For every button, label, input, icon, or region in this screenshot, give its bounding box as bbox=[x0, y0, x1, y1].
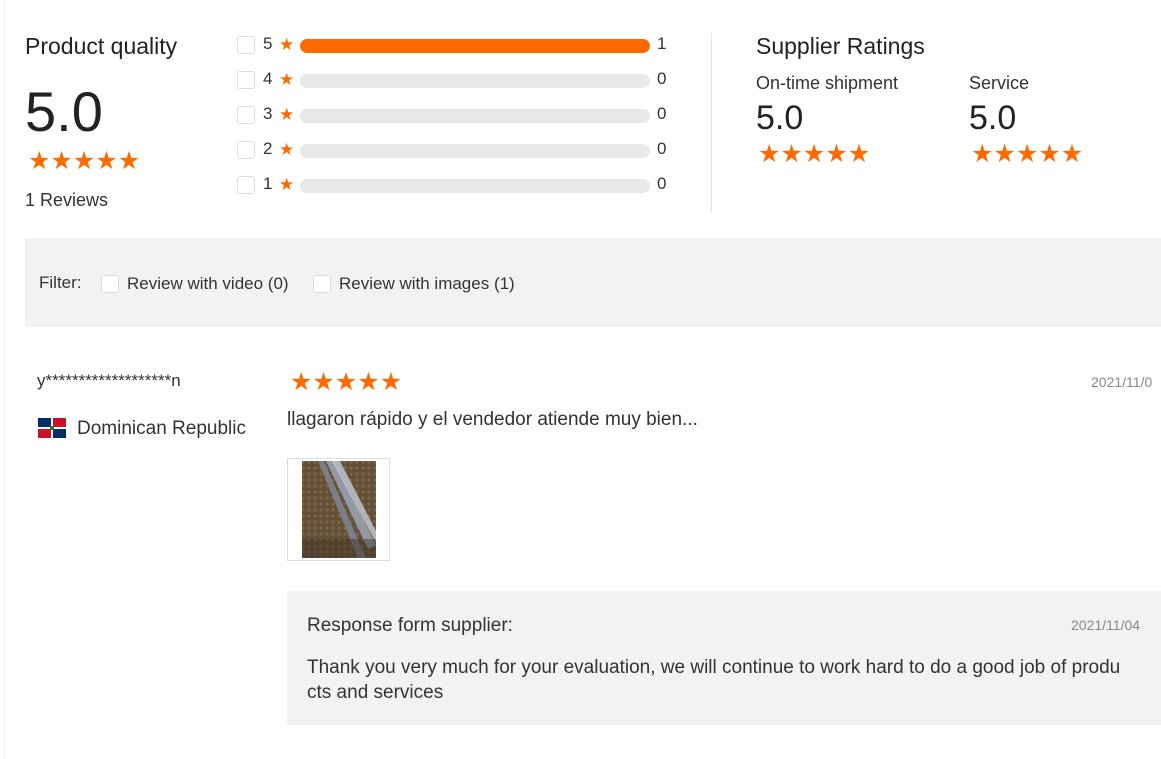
star-icon: ★ bbox=[279, 175, 295, 194]
reviewer-country: Dominican Republic bbox=[77, 418, 246, 439]
histogram-checkbox[interactable] bbox=[237, 176, 255, 194]
histogram-bar-track bbox=[300, 39, 650, 53]
star-icon: ★ bbox=[312, 368, 335, 396]
ontime-shipment-stars: ★ ★ ★ ★ ★ bbox=[758, 139, 870, 169]
histogram-bar-track bbox=[300, 144, 650, 158]
star-icon: ★ bbox=[971, 140, 994, 168]
response-date: 2021/11/04 bbox=[1071, 617, 1141, 633]
star-icon: ★ bbox=[825, 140, 848, 168]
dominican-flag-icon bbox=[38, 418, 66, 438]
review-image-thumbnail[interactable] bbox=[287, 458, 390, 561]
star-icon: ★ bbox=[279, 105, 295, 124]
star-icon: ★ bbox=[1015, 140, 1039, 168]
histogram-star-number: 4 bbox=[263, 69, 273, 88]
review-date: 2021/11/0 bbox=[1091, 374, 1153, 390]
filter-images-checkbox[interactable] bbox=[313, 275, 331, 293]
response-text-line2: cts and services bbox=[307, 682, 444, 703]
supplier-response-box: Response form supplier: 2021/11/04 Thank… bbox=[287, 591, 1161, 725]
histogram-bar-track bbox=[300, 109, 650, 123]
histogram-bar-track bbox=[300, 179, 650, 193]
histogram-checkbox[interactable] bbox=[237, 36, 255, 54]
star-icon: ★ bbox=[993, 140, 1016, 168]
star-icon: ★ bbox=[50, 147, 73, 175]
review-photo bbox=[302, 461, 376, 558]
histogram-row[interactable]: 5 ★ 1 bbox=[237, 34, 677, 56]
histogram-count: 0 bbox=[657, 174, 667, 193]
star-icon: ★ bbox=[279, 35, 295, 54]
filter-images-option[interactable]: Review with images (1) bbox=[313, 274, 515, 294]
star-icon: ★ bbox=[1038, 140, 1061, 168]
supplier-ratings-title: Supplier Ratings bbox=[756, 33, 925, 59]
star-icon: ★ bbox=[802, 140, 826, 168]
filter-video-label: Review with video (0) bbox=[127, 274, 289, 293]
star-icon: ★ bbox=[28, 147, 51, 175]
response-text-line1: Thank you very much for your evaluation,… bbox=[307, 657, 1121, 678]
star-icon: ★ bbox=[95, 147, 118, 175]
filter-video-checkbox[interactable] bbox=[101, 275, 119, 293]
histogram-row[interactable]: 2 ★ 0 bbox=[237, 139, 677, 161]
star-icon: ★ bbox=[279, 70, 295, 89]
histogram-star-number: 3 bbox=[263, 104, 273, 123]
star-icon: ★ bbox=[279, 140, 295, 159]
histogram-row[interactable]: 1 ★ 0 bbox=[237, 174, 677, 196]
response-label: Response form supplier: bbox=[307, 615, 513, 636]
star-icon: ★ bbox=[847, 140, 871, 168]
vertical-divider bbox=[711, 33, 712, 213]
histogram-bar-track bbox=[300, 74, 650, 88]
histogram-checkbox[interactable] bbox=[237, 141, 255, 159]
histogram-star-number: 2 bbox=[263, 139, 273, 158]
reviews-count: 1 Reviews bbox=[25, 190, 109, 210]
ontime-shipment-label: On-time shipment bbox=[756, 73, 899, 93]
histogram-checkbox[interactable] bbox=[237, 71, 255, 89]
ontime-shipment-score: 5.0 bbox=[756, 99, 804, 137]
service-score: 5.0 bbox=[969, 99, 1017, 137]
histogram-checkbox[interactable] bbox=[237, 106, 255, 124]
star-icon: ★ bbox=[117, 147, 141, 175]
histogram-star-number: 1 bbox=[263, 174, 273, 193]
service-label: Service bbox=[969, 73, 1030, 93]
histogram-count: 1 bbox=[657, 34, 667, 53]
product-quality-score: 5.0 bbox=[25, 80, 103, 143]
star-icon: ★ bbox=[357, 368, 380, 396]
review-text: llagaron rápido y el vendedor atiende mu… bbox=[287, 409, 698, 430]
histogram-count: 0 bbox=[657, 104, 667, 123]
histogram-row[interactable]: 3 ★ 0 bbox=[237, 104, 677, 126]
histogram-bar-fill bbox=[300, 39, 650, 53]
reviewer-name: y*******************n bbox=[37, 371, 181, 390]
service-stars: ★ ★ ★ ★ ★ bbox=[971, 139, 1083, 169]
product-quality-stars: ★ ★ ★ ★ ★ bbox=[28, 146, 140, 176]
star-icon: ★ bbox=[334, 368, 358, 396]
histogram-count: 0 bbox=[657, 139, 667, 158]
histogram-star-number: 5 bbox=[263, 34, 273, 53]
star-icon: ★ bbox=[379, 368, 403, 396]
star-icon: ★ bbox=[290, 368, 313, 396]
filter-images-label: Review with images (1) bbox=[339, 274, 515, 293]
histogram-count: 0 bbox=[657, 69, 667, 88]
filter-bar: Filter: Review with video (0) Review wit… bbox=[25, 238, 1161, 327]
star-icon: ★ bbox=[72, 147, 96, 175]
review-stars: ★ ★ ★ ★ ★ bbox=[290, 367, 402, 397]
star-icon: ★ bbox=[1060, 140, 1084, 168]
star-icon: ★ bbox=[780, 140, 803, 168]
histogram-row[interactable]: 4 ★ 0 bbox=[237, 69, 677, 91]
filter-video-option[interactable]: Review with video (0) bbox=[101, 274, 289, 294]
filter-label: Filter: bbox=[39, 273, 82, 292]
product-quality-title: Product quality bbox=[25, 33, 178, 59]
star-icon: ★ bbox=[758, 140, 781, 168]
left-border bbox=[4, 0, 5, 759]
